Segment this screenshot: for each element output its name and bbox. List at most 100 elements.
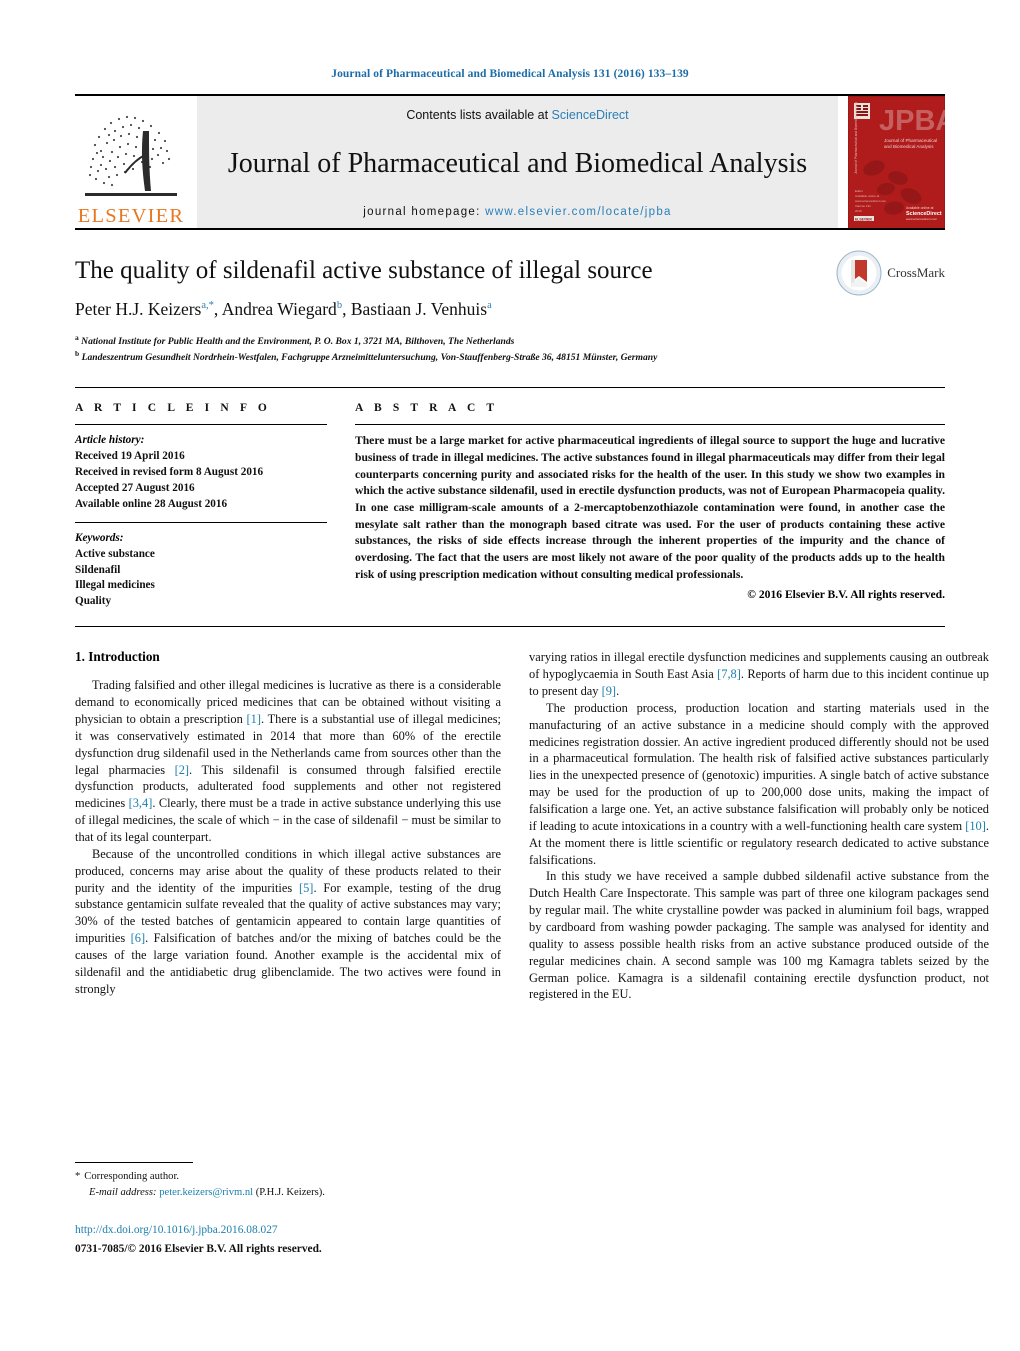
author-1-name: Peter H.J. Keizers [75,299,202,319]
paragraph-right-3: In this study we have received a sample … [529,868,989,1003]
affiliation-a: a National Institute for Public Health a… [75,333,945,349]
paragraph-right-1-text: varying ratios in illegal erectile dysfu… [529,650,989,698]
abstract-rule [355,424,945,426]
author-list: Peter H.J. Keizersa,*, Andrea Wiegardb, … [75,299,492,319]
abstract-heading: A B S T R A C T [355,402,499,415]
section-heading-introduction: 1. Introduction [75,649,160,665]
keyword-2: Illegal medicines [75,579,155,592]
svg-text:and Biomedical Analysis: and Biomedical Analysis [884,144,934,149]
citation-ref[interactable]: [9] [602,684,616,698]
keyword-0: Active substance [75,547,155,560]
elsevier-tree-icon [85,115,177,196]
email-owner: (P.H.J. Keizers). [255,1186,325,1198]
abstract-bottom-rule [75,626,945,628]
info-abstract-row: A R T I C L E I N F O Article history: R… [75,388,945,610]
contents-prefix: Contents lists available at [406,108,552,122]
sciencedirect-link[interactable]: ScienceDirect [552,108,629,122]
affiliation-b-text: Landeszentrum Gesundheit Nordrhein-Westf… [81,352,658,364]
journal-homepage-line: journal homepage: www.elsevier.com/locat… [363,206,671,218]
article-history-2: Accepted 27 August 2016 [75,481,195,494]
citation-ref[interactable]: [5] [299,881,313,895]
body-right-column: varying ratios in illegal erectile dysfu… [529,649,989,1119]
journal-homepage-link[interactable]: www.elsevier.com/locate/jpba [485,206,672,218]
homepage-prefix: journal homepage: [363,205,486,218]
article-header: CrossMark The quality of sildenafil acti… [75,250,945,365]
article-body: 1. Introduction Trading falsified and ot… [75,649,989,1119]
journal-title: Journal of Pharmaceutical and Biomedical… [227,147,808,179]
article-info-heading: A R T I C L E I N F O [75,402,271,415]
svg-text:2016: 2016 [855,209,862,213]
svg-text:ELSEVIER: ELSEVIER [855,217,872,221]
running-head: Journal of Pharmaceutical and Biomedical… [331,68,689,80]
paragraph-left-1: Trading falsified and other illegal medi… [75,677,501,846]
journal-masthead: ELSEVIER Contents lists available at Sci… [75,94,945,228]
abstract-column: A B S T R A C T There must be a large ma… [345,402,945,610]
paragraph-right-2-text: The production process, production locat… [529,700,989,867]
paragraph-right-3-text: In this study we have received a sample … [529,869,989,1002]
article-info-column: A R T I C L E I N F O Article history: R… [75,402,345,610]
svg-text:Available online at: Available online at [855,194,879,198]
author-2-name: Andrea Wiegard [221,299,337,319]
svg-text:Volume 131: Volume 131 [855,204,871,208]
affiliation-b: b Landeszentrum Gesundheit Nordrhein-Wes… [75,349,945,365]
citation-ref[interactable]: [3,4] [129,796,153,810]
paper-page: Journal of Pharmaceutical and Biomedical… [0,0,1020,1351]
paragraph-left-1-text: Trading falsified and other illegal medi… [75,678,501,844]
author-1-marks[interactable]: a,* [201,300,214,311]
article-history-3: Available online 28 August 2016 [75,497,228,510]
citation-ref[interactable]: [6] [131,931,145,945]
affiliation-a-text: National Institute for Public Health and… [81,336,515,348]
author-3-marks[interactable]: a [487,300,492,311]
footnote-rule [75,1162,193,1163]
keywords-label: Keywords: [75,531,124,544]
citation-ref[interactable]: [2] [175,763,189,777]
doi-link[interactable]: http://dx.doi.org/10.1016/j.jpba.2016.08… [75,1222,545,1239]
journal-cover-thumbnail: Journal of Pharmaceutical and Biomedical… [848,96,945,228]
svg-text:Editor: Editor [855,189,863,193]
email-link[interactable]: peter.keizers@rivm.nl [159,1187,253,1198]
paragraph-right-2: The production process, production locat… [529,700,989,869]
svg-text:Available online at: Available online at [906,206,934,210]
article-history-label: Article history: [75,434,145,447]
author-3-name: Bastiaan J. Venhuis [350,299,488,319]
journal-cover-art: Journal of Pharmaceutical and Biomedical… [848,96,945,228]
corresponding-author-footnote: * Corresponding author. E-mail address: p… [75,1162,501,1201]
masthead-bottom-rule [75,228,945,230]
crossmark-icon[interactable] [836,250,882,296]
journal-band: Contents lists available at ScienceDirec… [197,96,838,228]
svg-text:Journal of Pharmaceutical: Journal of Pharmaceutical [884,138,937,143]
svg-text:Journal of Pharmaceutical and: Journal of Pharmaceutical and Biomedical… [854,101,858,174]
corresponding-author-star: * [75,1171,81,1182]
email-label: E-mail address: [89,1186,157,1198]
svg-text:JPBA: JPBA [879,105,945,137]
corresponding-author-label: Corresponding author. [84,1171,180,1182]
citation-ref[interactable]: [1] [247,712,261,726]
svg-text:www.sciencedirect.com: www.sciencedirect.com [855,199,887,203]
keyword-3: Quality [75,595,112,608]
article-history-0: Received 19 April 2016 [75,450,185,463]
article-history-1: Received in revised form 8 August 2016 [75,466,264,478]
citation-ref[interactable]: [10] [965,819,986,833]
crossmark-label: CrossMark [887,265,945,280]
citation-ref[interactable]: [7,8] [717,667,741,681]
paragraph-right-1: varying ratios in illegal erectile dysfu… [529,649,989,700]
elsevier-logo: ELSEVIER [75,96,187,228]
contents-available-line: Contents lists available at ScienceDirec… [406,108,628,122]
article-info-rule [75,424,327,426]
abstract-body: There must be a large market for active … [355,434,945,581]
paragraph-left-2: Because of the uncontrolled conditions i… [75,846,501,998]
keywords-block: Keywords: Active substance Sildenafil Il… [75,531,327,611]
doi-block: http://dx.doi.org/10.1016/j.jpba.2016.08… [75,1222,545,1257]
crossmark-badge[interactable]: CrossMark [836,250,945,296]
affiliation-list: a National Institute for Public Health a… [75,333,945,365]
author-2-marks[interactable]: b [337,300,342,311]
body-left-column: 1. Introduction Trading falsified and ot… [75,649,501,1119]
svg-text:www.sciencedirect.com: www.sciencedirect.com [906,217,938,221]
affiliation-a-mark: a [75,333,79,342]
paragraph-left-2-text: Because of the uncontrolled conditions i… [75,846,501,996]
email-line: E-mail address: peter.keizers@rivm.nl (P… [75,1185,501,1201]
elsevier-wordmark: ELSEVIER [77,204,185,227]
keywords-rule [75,521,327,523]
issn-copyright-line: 0731-7085/© 2016 Elsevier B.V. All right… [75,1242,322,1255]
affiliation-b-mark: b [75,349,80,359]
